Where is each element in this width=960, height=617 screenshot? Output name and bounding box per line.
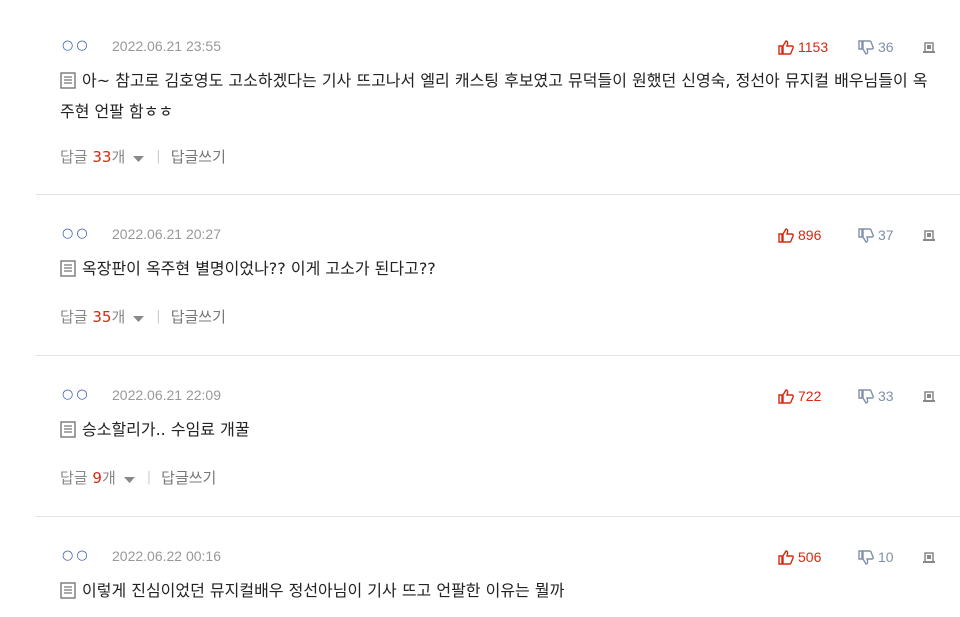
reply-label: 답글 [60,308,88,326]
reply-actions: 답글 9개 | 답글쓰기 [60,467,216,488]
reply-unit: 개 [111,308,126,326]
dislike-count: 37 [878,227,894,243]
comment-body: 이렇게 진심이었던 뮤지컬배우 정선아님이 기사 뜨고 언팔한 이유는 뭘까 [60,577,930,608]
thumbs-up-icon [778,227,794,243]
report-button[interactable] [922,40,936,54]
divider [36,355,960,356]
vote-bar: 722 33 [778,387,936,405]
comment-body: 승소할리가.. 수임료 개꿀 [60,416,930,447]
comment-date: 2022.06.21 22:09 [112,387,221,403]
reply-label: 답글 [60,148,88,166]
reply-unit: 개 [111,148,126,166]
thumbs-up-icon [778,388,794,404]
document-icon [60,258,76,286]
reply-toggle[interactable]: 답글 35개 [60,306,125,327]
report-icon [923,391,935,402]
comment-body: 아~ 참고로 김호영도 고소하겠다는 기사 뜨고나서 엘리 캐스팅 후보였고 뮤… [60,67,930,126]
nickname[interactable]: ○○ [62,38,91,53]
thumbs-down-icon [858,39,874,55]
like-count: 722 [798,388,822,404]
divider: | [146,470,152,485]
like-button[interactable]: 896 [778,227,858,243]
thumbs-down-icon [858,388,874,404]
report-icon [923,42,935,53]
reply-count: 33 [92,148,112,166]
reply-label: 답글 [60,469,88,487]
vote-bar: 1153 36 [778,38,936,56]
like-button[interactable]: 506 [778,549,858,565]
caret-down-icon[interactable] [133,148,145,166]
reply-count: 9 [92,469,102,487]
comment-date: 2022.06.21 20:27 [112,226,221,242]
document-icon [60,419,76,447]
comment-item: ○○ 2022.06.21 23:55 1153 36 아~ 참고로 김호영도 … [36,38,960,178]
nickname[interactable]: ○○ [62,226,91,241]
comment-date: 2022.06.21 23:55 [112,38,221,54]
like-count: 896 [798,227,822,243]
write-reply-button[interactable]: 답글쓰기 [171,146,226,167]
reply-actions: 답글 35개 | 답글쓰기 [60,306,226,327]
document-icon [60,70,76,98]
divider: | [156,309,161,324]
comment-text: 옥장판이 옥주현 별명이었나?? 이게 고소가 된다고?? [82,259,436,278]
vote-bar: 506 10 [778,548,936,566]
dislike-count: 33 [878,388,894,404]
like-button[interactable]: 722 [778,388,858,404]
report-button[interactable] [922,550,936,564]
reply-actions: 답글 33개 | 답글쓰기 [60,146,226,167]
caret-down-icon[interactable] [123,469,135,487]
thumbs-up-icon [778,549,794,565]
comment-date: 2022.06.22 00:16 [112,548,221,564]
report-button[interactable] [922,389,936,403]
comment-item: ○○ 2022.06.21 22:09 722 33 승소할리가.. 수임료 개… [36,387,960,497]
dislike-count: 10 [878,549,894,565]
comment-item: ○○ 2022.06.22 00:16 506 10 이렇게 진심이었던 뮤지컬… [36,548,960,617]
write-reply-button[interactable]: 답글쓰기 [161,467,216,488]
dislike-button[interactable]: 37 [858,227,922,243]
dislike-count: 36 [878,39,894,55]
write-reply-button[interactable]: 답글쓰기 [171,306,226,327]
report-button[interactable] [922,228,936,242]
like-count: 1153 [798,39,829,55]
document-icon [60,580,76,608]
dislike-button[interactable]: 10 [858,549,922,565]
like-button[interactable]: 1153 [778,39,858,55]
divider [36,516,960,517]
reply-unit: 개 [101,469,116,487]
thumbs-down-icon [858,227,874,243]
comment-item: ○○ 2022.06.21 20:27 896 37 옥장판이 옥주현 별명이었… [36,226,960,336]
nickname[interactable]: ○○ [62,387,91,402]
reply-toggle[interactable]: 답글 9개 [60,467,116,488]
report-icon [923,552,935,563]
comment-text: 이렇게 진심이었던 뮤지컬배우 정선아님이 기사 뜨고 언팔한 이유는 뭘까 [82,581,565,600]
vote-bar: 896 37 [778,226,936,244]
comment-text: 아~ 참고로 김호영도 고소하겠다는 기사 뜨고나서 엘리 캐스팅 후보였고 뮤… [60,71,928,121]
reply-count: 35 [92,308,112,326]
comment-text: 승소할리가.. 수임료 개꿀 [82,420,250,439]
reply-toggle[interactable]: 답글 33개 [60,146,125,167]
like-count: 506 [798,549,822,565]
nickname[interactable]: ○○ [62,548,91,563]
dislike-button[interactable]: 33 [858,388,922,404]
dislike-button[interactable]: 36 [858,39,922,55]
report-icon [923,230,935,241]
caret-down-icon[interactable] [133,308,145,326]
divider [36,194,960,195]
comment-body: 옥장판이 옥주현 별명이었나?? 이게 고소가 된다고?? [60,255,930,286]
thumbs-down-icon [858,549,874,565]
divider: | [156,149,161,164]
thumbs-up-icon [778,39,794,55]
